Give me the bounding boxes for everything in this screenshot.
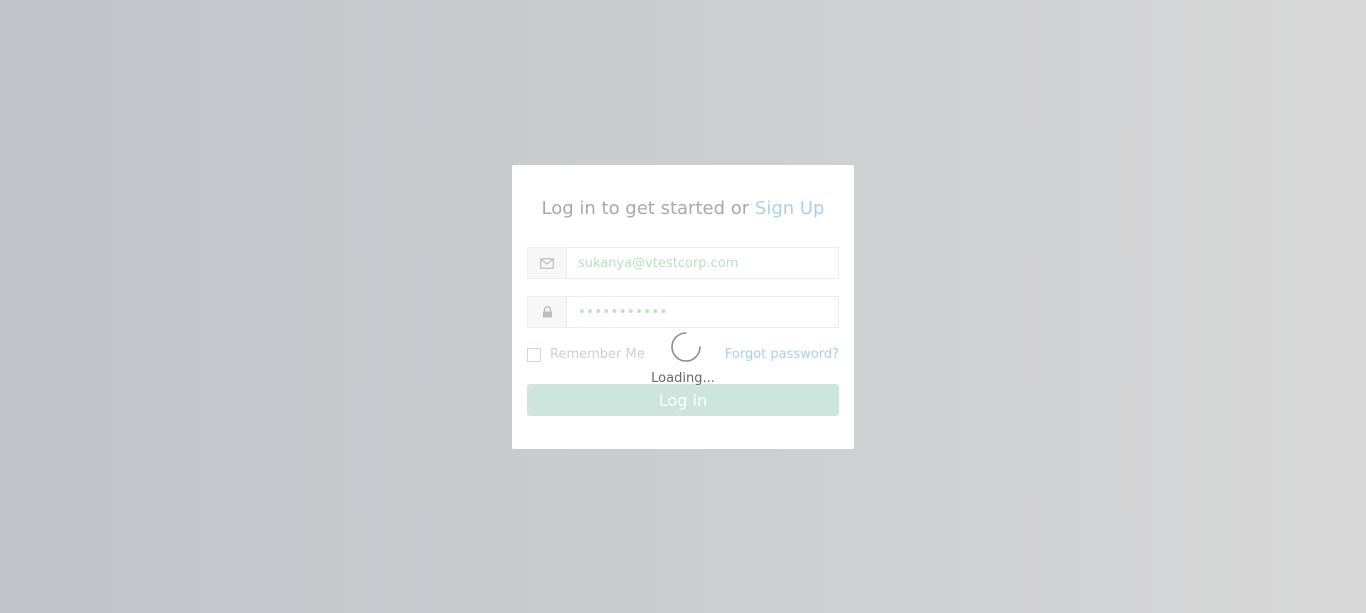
password-field[interactable]	[566, 296, 839, 328]
lock-icon	[527, 296, 566, 328]
spinner-icon	[671, 332, 701, 362]
loading-text: Loading...	[651, 371, 715, 386]
password-input-group	[527, 296, 839, 328]
remember-me[interactable]: Remember Me	[527, 347, 645, 362]
loading-overlay: Loading...	[642, 331, 724, 387]
login-card: Log in to get started or Sign Up Remembe…	[512, 165, 854, 449]
email-field[interactable]	[566, 247, 839, 279]
login-title: Log in to get started or Sign Up	[512, 198, 854, 219]
remember-me-checkbox[interactable]	[527, 347, 541, 362]
login-button[interactable]: Log in	[527, 384, 839, 416]
remember-me-label: Remember Me	[550, 347, 645, 362]
email-input-group	[527, 247, 839, 279]
sign-up-link[interactable]: Sign Up	[755, 198, 825, 219]
forgot-password-link[interactable]: Forgot password?	[725, 347, 839, 362]
login-title-text: Log in to get started or	[541, 198, 750, 219]
envelope-icon	[527, 247, 566, 279]
